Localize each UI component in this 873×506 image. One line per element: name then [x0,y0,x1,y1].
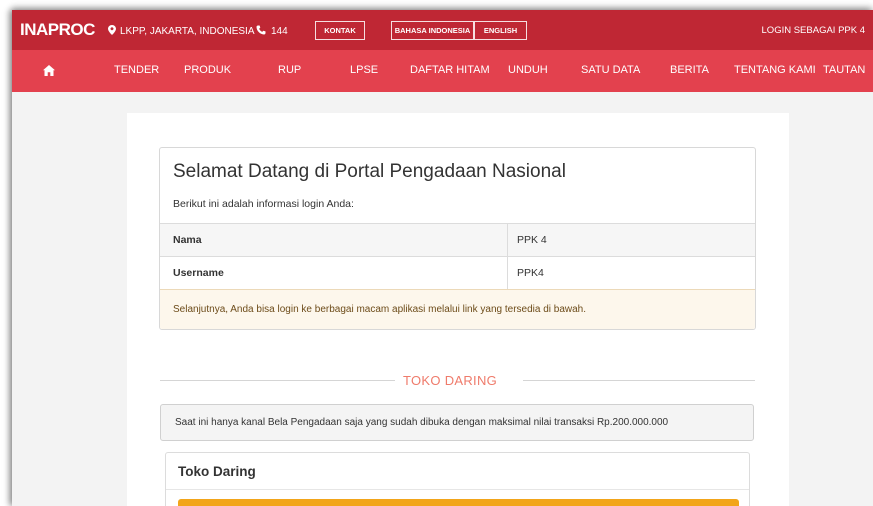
panel-divider [166,489,749,490]
phone-icon [256,25,266,35]
login-note: Selanjutnya, Anda bisa login ke berbagai… [160,289,755,329]
language-english-button[interactable]: ENGLISH [474,21,527,40]
toko-daring-panel-title: Toko Daring [178,464,256,479]
map-marker-icon [108,25,116,35]
phone-info[interactable]: 144 [256,25,288,37]
main-nav: TENDER PRODUK RUP LPSE DAFTAR HITAM UNDU… [12,50,873,92]
nav-item-tautan[interactable]: TAUTAN [823,64,865,76]
location-info: LKPP, JAKARTA, INDONESIA [108,25,255,37]
nama-value: PPK 4 [517,234,547,246]
kontak-button[interactable]: KONTAK [315,21,365,40]
toko-daring-section-title: TOKO DARING [403,373,498,388]
location-text: LKPP, JAKARTA, INDONESIA [120,26,255,37]
login-note-text: Selanjutnya, Anda bisa login ke berbagai… [173,304,587,315]
login-info-row: Username PPK4 [160,256,755,290]
toko-info-text: Saat ini hanya kanal Bela Pengadaan saja… [175,417,669,428]
login-info-row: Nama PPK 4 [160,223,755,257]
inaproc-logo[interactable]: INAPROC [20,20,95,40]
welcome-panel: Selamat Datang di Portal Pengadaan Nasio… [159,147,756,330]
cell-divider [507,224,508,257]
section-divider-right [523,380,755,381]
home-icon[interactable] [43,65,55,76]
language-indonesia-button[interactable]: BAHASA INDONESIA [391,21,474,40]
cell-divider [507,257,508,290]
login-status-link[interactable]: LOGIN SEBAGAI PPK 4 [762,25,865,36]
browser-viewport: INAPROC LKPP, JAKARTA, INDONESIA 144 KON… [12,10,873,506]
top-bar: INAPROC LKPP, JAKARTA, INDONESIA 144 KON… [12,10,873,50]
username-value: PPK4 [517,267,544,279]
toko-daring-banner[interactable] [178,499,739,506]
toko-info-alert: Saat ini hanya kanal Bela Pengadaan saja… [160,404,754,441]
nav-item-lpse[interactable]: LPSE [350,64,378,76]
nav-item-produk[interactable]: PRODUK [184,64,231,76]
username-label: Username [173,267,224,279]
welcome-title: Selamat Datang di Portal Pengadaan Nasio… [173,161,566,182]
nama-label: Nama [173,234,202,246]
toko-daring-panel: Toko Daring [165,452,750,506]
nav-item-satu-data[interactable]: SATU DATA [581,64,640,76]
nav-item-rup[interactable]: RUP [278,64,301,76]
nav-item-tentang-kami[interactable]: TENTANG KAMI [734,64,816,76]
welcome-subtitle: Berikut ini adalah informasi login Anda: [173,198,354,210]
nav-item-berita[interactable]: BERITA [670,64,709,76]
section-divider-left [160,380,395,381]
screenshot-frame: INAPROC LKPP, JAKARTA, INDONESIA 144 KON… [0,0,873,506]
phone-number: 144 [271,26,288,37]
nav-item-unduh[interactable]: UNDUH [508,64,548,76]
nav-item-daftar-hitam[interactable]: DAFTAR HITAM [410,64,490,76]
nav-item-tender[interactable]: TENDER [114,64,159,76]
